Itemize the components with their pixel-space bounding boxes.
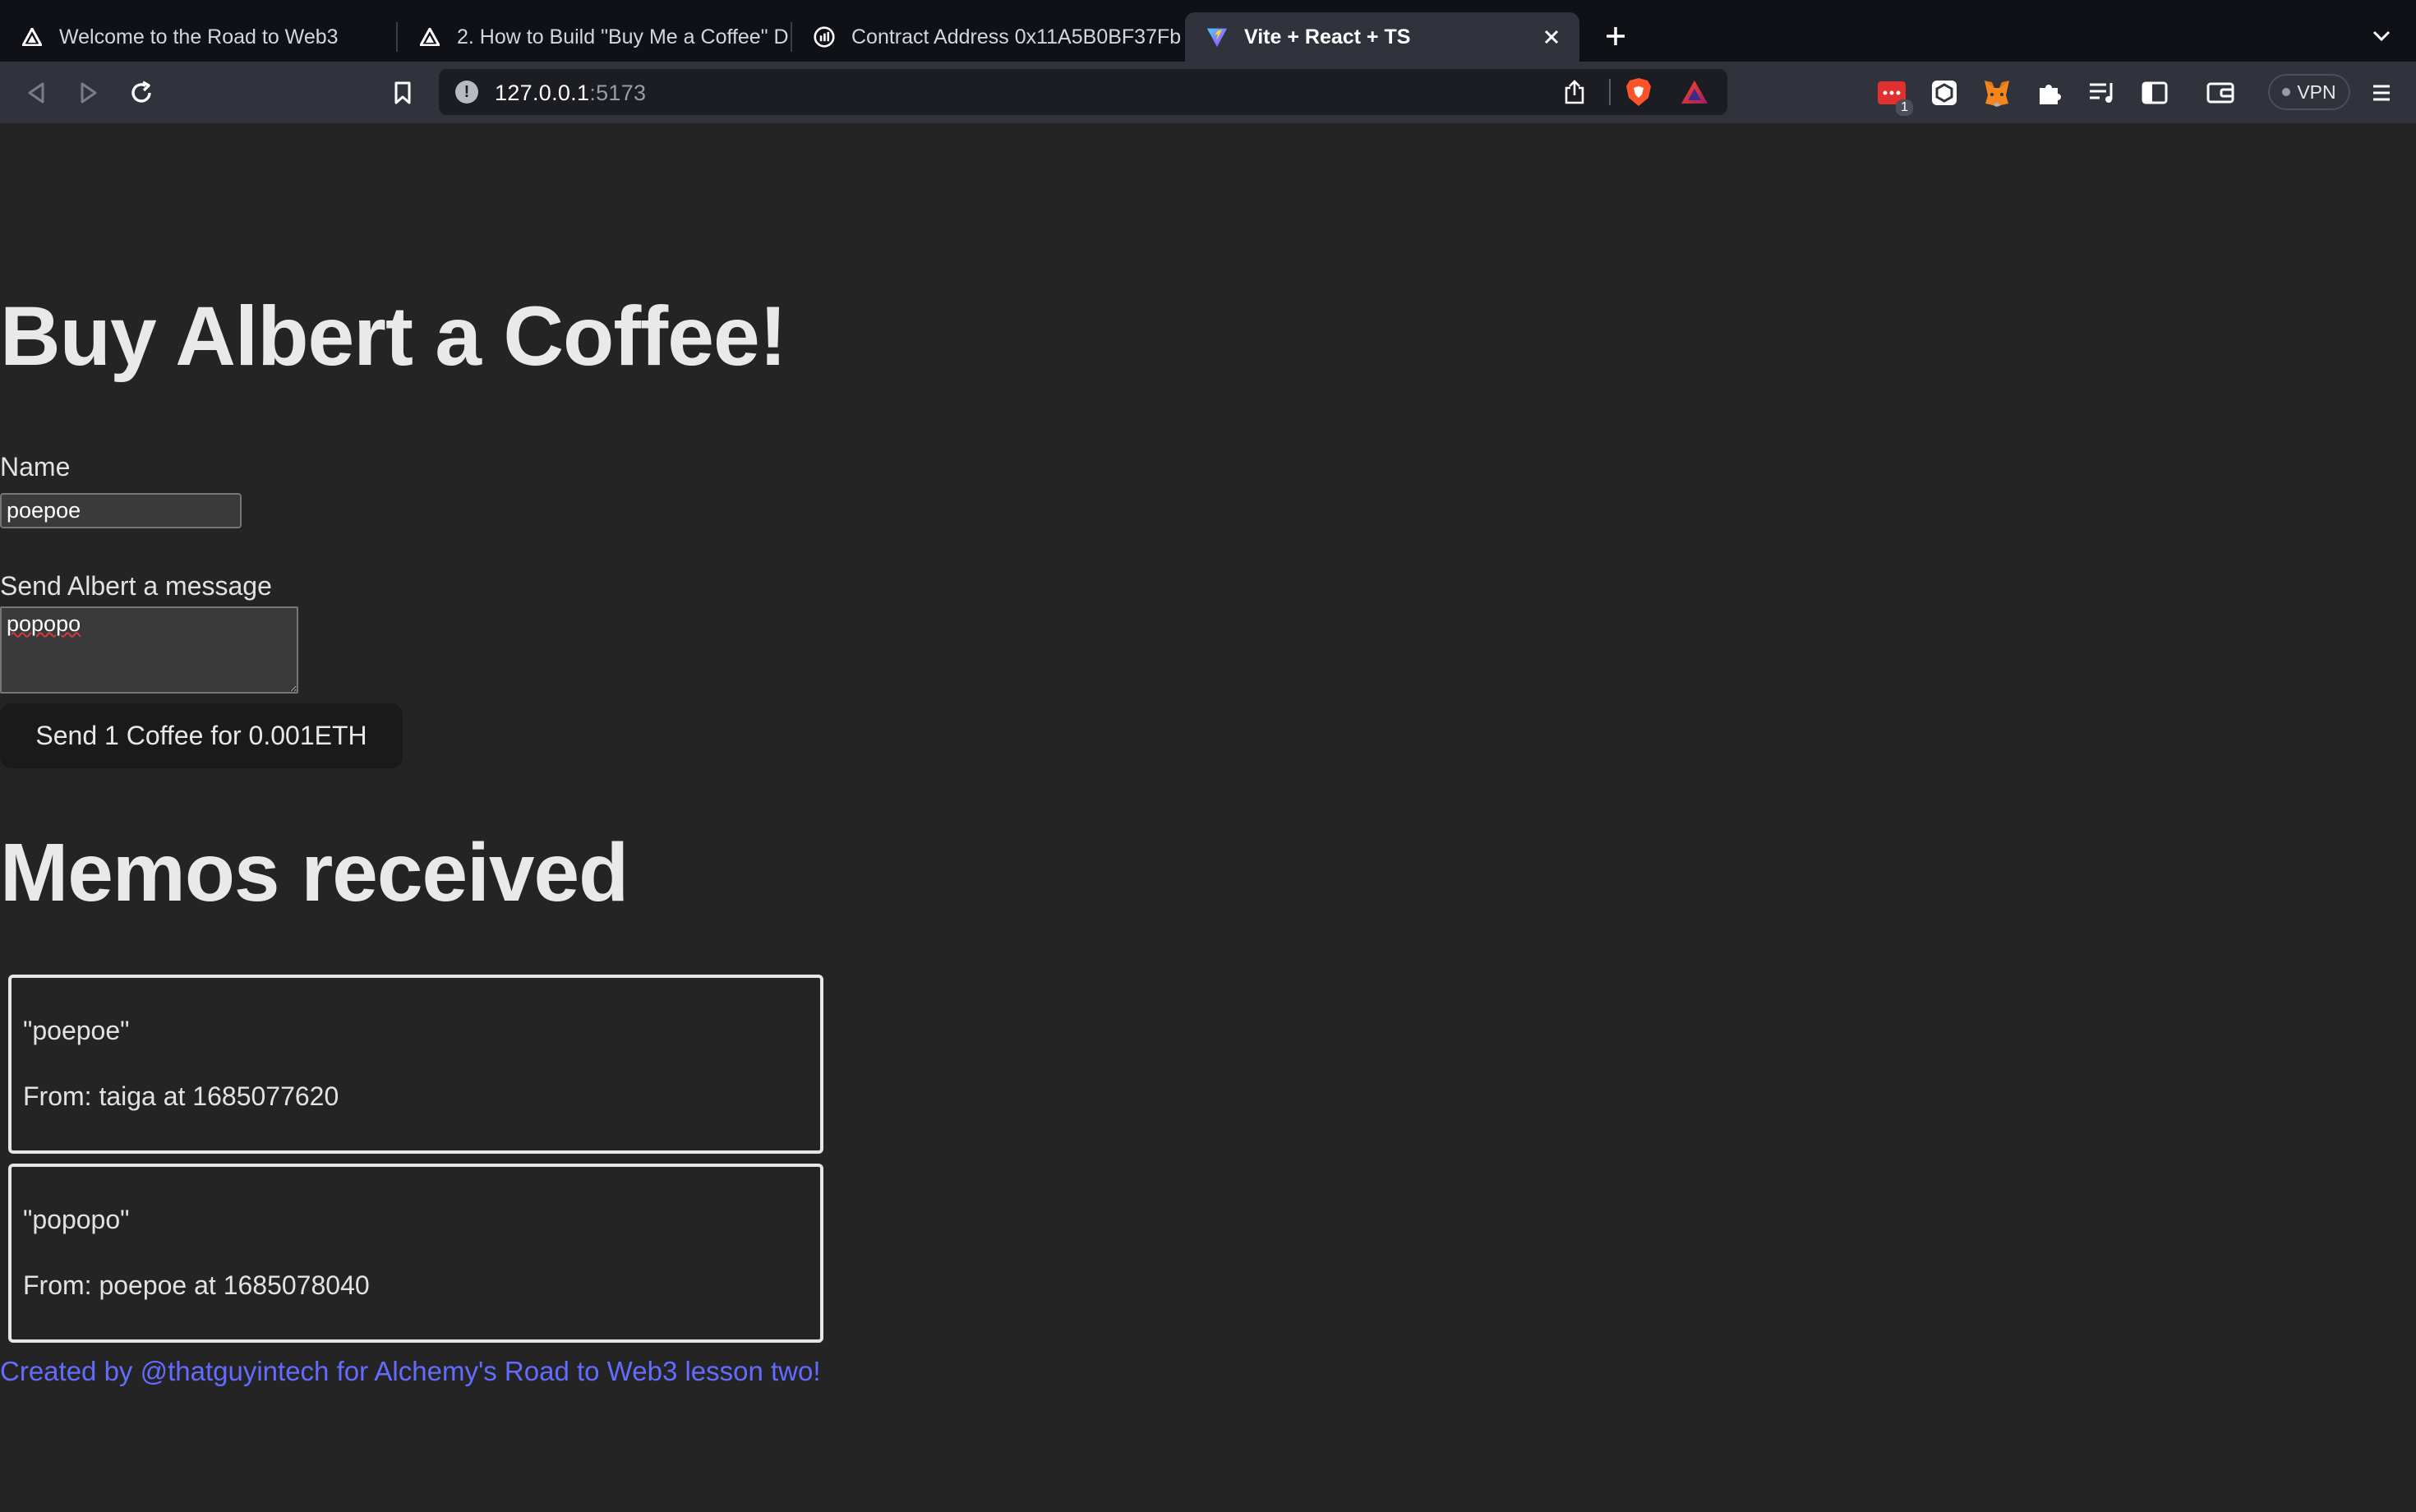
playlist-icon[interactable] <box>2084 75 2120 111</box>
extension-cube-icon[interactable] <box>1926 75 1962 111</box>
message-textarea[interactable]: popopo <box>0 606 298 694</box>
vpn-status-dot <box>2282 88 2291 96</box>
tab-etherscan[interactable]: Contract Address 0x11A5B0BF37Fb <box>792 12 1185 62</box>
name-label: Name <box>0 452 71 482</box>
memo-message: "popopo" <box>23 1205 130 1234</box>
chevron-down-icon[interactable] <box>2367 21 2396 51</box>
tab-label: Welcome to the Road to Web3 <box>59 25 339 48</box>
url-text[interactable]: 127.0.0.1:5173 <box>495 81 646 106</box>
send-coffee-button[interactable]: Send 1 Coffee for 0.001ETH <box>0 703 403 768</box>
tab-label: Contract Address 0x11A5B0BF37Fb <box>851 25 1182 48</box>
tab-buy-me-a-coffee[interactable]: 2. How to Build "Buy Me a Coffee" D <box>398 12 792 62</box>
puzzle-extensions-icon[interactable] <box>2031 75 2068 111</box>
memo-card: "poepoe" From: taiga at 1685077620 <box>8 975 823 1154</box>
tab-label: Vite + React + TS <box>1244 25 1411 48</box>
extension-badge: 1 <box>1896 99 1913 116</box>
browser-toolbar: ! 127.0.0.1:5173 1 VPN <box>0 62 2416 123</box>
tab-welcome[interactable]: Welcome to the Road to Web3 <box>0 12 398 62</box>
footer-credit-link[interactable]: Created by @thatguyintech for Alchemy's … <box>0 1356 821 1387</box>
memo-message: "poepoe" <box>23 1016 130 1045</box>
memo-card: "popopo" From: poepoe at 1685078040 <box>8 1164 823 1343</box>
back-icon[interactable] <box>20 76 53 109</box>
page-content: Buy Albert a Coffee! Name Send Albert a … <box>0 123 2416 1512</box>
bookmark-icon[interactable] <box>386 76 419 109</box>
page-title: Buy Albert a Coffee! <box>0 289 787 383</box>
forward-icon[interactable] <box>72 76 105 109</box>
url-port: :5173 <box>589 81 647 105</box>
site-info-icon[interactable]: ! <box>455 81 478 104</box>
address-bar[interactable]: ! 127.0.0.1:5173 <box>439 69 1727 115</box>
menu-icon[interactable] <box>2363 75 2400 111</box>
share-icon[interactable] <box>1561 79 1588 105</box>
etherscan-icon <box>814 26 835 48</box>
alchemy-icon <box>419 26 440 48</box>
reload-icon[interactable] <box>125 76 158 109</box>
brave-rewards-icon[interactable] <box>1678 76 1711 108</box>
tab-label: 2. How to Build "Buy Me a Coffee" D <box>457 25 789 48</box>
memos-heading: Memos received <box>0 827 629 919</box>
memo-from: From: poepoe at 1685078040 <box>23 1270 370 1300</box>
extension-todo-icon[interactable]: 1 <box>1874 75 1913 116</box>
vpn-label: VPN <box>2297 81 2336 103</box>
url-host: 127.0.0.1 <box>495 81 590 105</box>
close-icon[interactable] <box>1538 24 1565 50</box>
metamask-fox-icon[interactable] <box>1979 75 2015 111</box>
vpn-button[interactable]: VPN <box>2268 74 2350 110</box>
tab-vite-react[interactable]: Vite + React + TS <box>1185 12 1579 62</box>
vite-icon <box>1206 26 1228 48</box>
sidebar-toggle-icon[interactable] <box>2137 75 2173 111</box>
message-label: Send Albert a message <box>0 571 272 601</box>
new-tab-icon[interactable] <box>1599 20 1632 53</box>
wallet-icon[interactable] <box>2202 75 2238 111</box>
brave-shields-icon[interactable] <box>1622 76 1655 108</box>
memo-from: From: taiga at 1685077620 <box>23 1081 339 1111</box>
alchemy-icon <box>21 26 43 48</box>
name-input[interactable] <box>0 493 242 528</box>
address-bar-divider <box>1609 79 1611 105</box>
tab-strip: Welcome to the Road to Web3 2. How to Bu… <box>0 0 2416 62</box>
